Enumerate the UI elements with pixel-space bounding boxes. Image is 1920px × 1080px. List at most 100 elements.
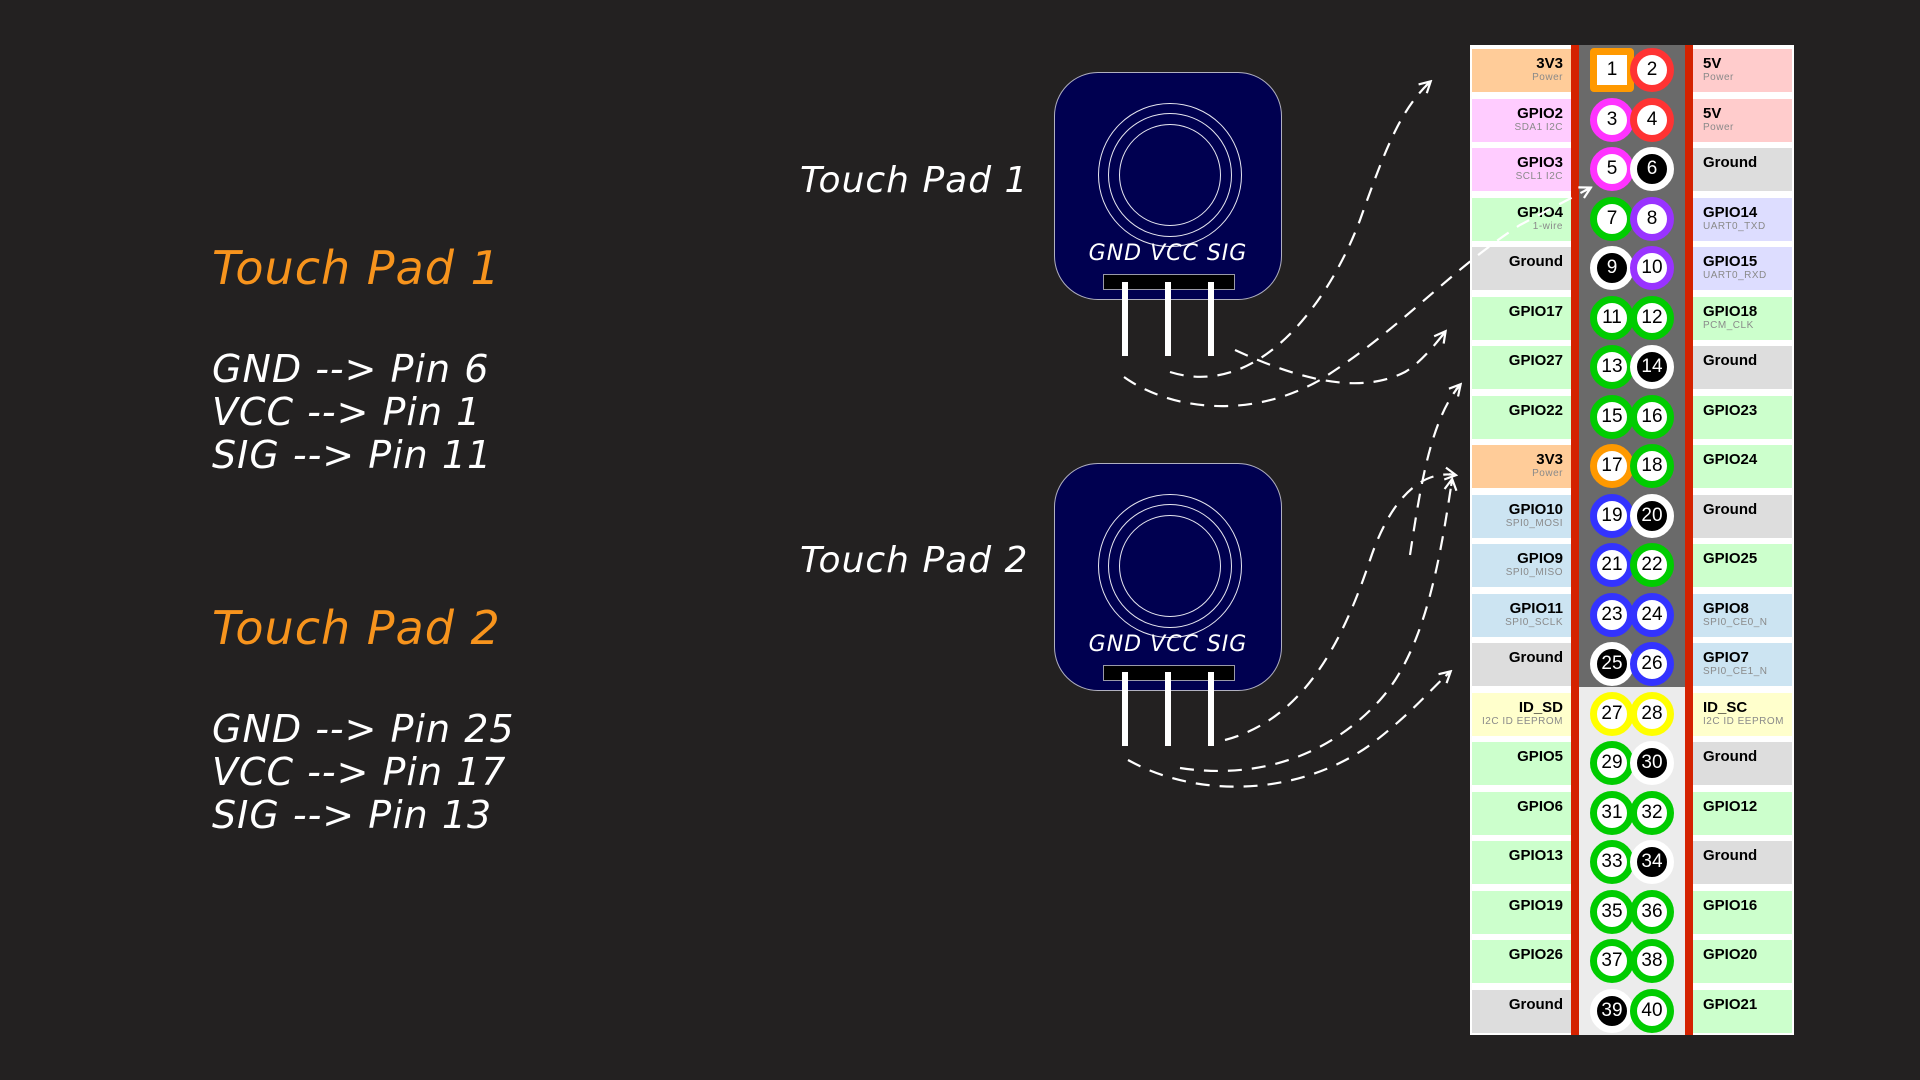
pad1-sig-arrow (1234, 332, 1445, 385)
gpio-pin-15: 15 (1590, 394, 1634, 439)
gpio-pin-4: 4 (1630, 97, 1674, 142)
gpio-pin-20: 20 (1630, 493, 1674, 538)
gpio-pin-23: 23 (1590, 592, 1634, 637)
pin-name: GPIO11 (1509, 599, 1563, 617)
pin-label-32: GPIO12 (1693, 791, 1792, 835)
pin-name: GPIO22 (1508, 401, 1563, 419)
pin-name: GPIO3 (1517, 154, 1563, 171)
pin-name: ID_SD (1518, 698, 1563, 716)
gpio-pin-40: 40 (1630, 988, 1674, 1033)
raspberry-pi-gpio-pinout: 3V3 Power 1 5V Power 2 GPIO2 SDA1 I2C 3 5V Power 4 G… (1470, 45, 1794, 1035)
gpio-pin-24: 24 (1630, 592, 1674, 637)
pin-function: I2C ID EEPROM (1703, 715, 1784, 727)
pin-function: SPI0_CE0_N (1703, 616, 1768, 628)
vcc-connection-line: VCC --> Pin 1 (212, 390, 482, 434)
gpio-pin-30: 30 (1630, 741, 1674, 785)
gpio-pin-19: 19 (1590, 493, 1634, 538)
gpio-pin-3: 3 (1590, 97, 1634, 142)
pin-function: I2C ID EEPROM (1482, 715, 1563, 727)
pin-name: GPIO7 (1703, 649, 1749, 666)
pin-label-1: 3V3 Power (1472, 49, 1571, 92)
pin-function: SPI0_MOSI (1505, 517, 1563, 529)
pin-label-29: GPIO5 (1472, 742, 1571, 785)
pin-name: GPIO26 (1508, 946, 1563, 963)
pin-label-25: Ground (1472, 643, 1571, 686)
pin-label-22: GPIO25 (1693, 544, 1792, 587)
pin-name: ID_SC (1703, 698, 1748, 716)
pin-name: Ground (1703, 847, 1758, 864)
pin-name: GPIO21 (1703, 995, 1758, 1013)
gpio-pin-14: 14 (1630, 345, 1674, 389)
touch-pad-1-notes: Touch Pad 1 GND --> Pin 6 VCC --> Pin 1 … (212, 240, 501, 477)
pad2-sig-arrow (1408, 385, 1460, 556)
sig-leg (1208, 282, 1214, 356)
pin-function: PCM_CLK (1703, 319, 1754, 331)
gpio-pin-6: 6 (1630, 147, 1674, 191)
gpio-pin-10: 10 (1630, 246, 1674, 290)
gpio-pin-25: 25 (1590, 642, 1634, 686)
pin-name: GPIO25 (1703, 550, 1758, 567)
vcc-leg (1165, 672, 1171, 746)
pin-function: UART0_RXD (1703, 270, 1767, 281)
pin-label-18: GPIO24 (1693, 445, 1792, 488)
vcc-connection-line: VCC --> Pin 17 (212, 750, 507, 794)
pin-name: GPIO13 (1508, 847, 1563, 864)
pin-label-35: GPIO19 (1472, 890, 1571, 934)
pin-label-15: GPIO22 (1472, 395, 1571, 439)
pin-label-14: Ground (1693, 346, 1792, 389)
touch-pad-2-module: GND VCC SIG (1054, 463, 1282, 691)
pin-label-2: 5V Power (1693, 49, 1792, 92)
pin-label-26: GPIO7 SPI0_CE1_N (1693, 643, 1792, 686)
gpio-pin-17: 17 (1590, 444, 1634, 488)
gpio-pin-38: 38 (1630, 939, 1674, 983)
pin-label-24: GPIO8 SPI0_CE0_N (1693, 593, 1792, 637)
pin-function: SPI0_MISO (1505, 567, 1563, 578)
pin-label-31: GPIO6 (1472, 791, 1571, 835)
pin-label-17: 3V3 Power (1472, 445, 1571, 488)
pin-function: Power (1703, 121, 1734, 133)
vcc-leg (1165, 282, 1171, 356)
pin-label-8: GPIO14 UART0_TXD (1693, 197, 1792, 241)
pin-function: SPI0_SCLK (1505, 616, 1563, 628)
pin-label-6: Ground (1693, 148, 1792, 191)
pin-name: Ground (1703, 500, 1758, 518)
pin-name: GPIO12 (1703, 797, 1758, 815)
pin-label-11: GPIO17 (1472, 296, 1571, 340)
pin-name: Ground (1508, 253, 1563, 270)
pin-name: 3V3 (1536, 55, 1563, 72)
touch-sensor-ring-inner (1119, 515, 1221, 617)
sig-leg (1208, 672, 1214, 746)
sig-connection-line: SIG --> Pin 11 (212, 433, 493, 477)
pin-name: GPIO4 (1517, 203, 1563, 221)
touch-pad-2-notes: Touch Pad 2 GND --> Pin 25 VCC --> Pin 1… (212, 600, 515, 837)
pin-label-7: GPIO4 1-wire (1472, 197, 1571, 241)
gpio-pin-27: 27 (1590, 691, 1634, 736)
pin-label-36: GPIO16 (1693, 890, 1792, 934)
gpio-pin-36: 36 (1630, 889, 1674, 934)
pad-pin-labels: GND VCC SIG (1088, 632, 1248, 657)
touch-pad-2-title: Touch Pad 2 (212, 601, 501, 655)
gnd-connection-line: GND --> Pin 6 (212, 347, 490, 391)
gpio-pin-34: 34 (1630, 840, 1674, 884)
gpio-pin-35: 35 (1590, 889, 1634, 934)
gpio-pin-16: 16 (1630, 394, 1674, 439)
pin-label-30: Ground (1693, 742, 1792, 785)
pin-label-27: ID_SD I2C ID EEPROM (1472, 692, 1571, 736)
pin-name: Ground (1703, 748, 1758, 765)
gnd-leg (1122, 672, 1128, 746)
pin-function: Power (1532, 468, 1563, 479)
pin-name: GPIO20 (1703, 946, 1758, 963)
sig-connection-line: SIG --> Pin 13 (212, 793, 493, 837)
pin-label-23: GPIO11 SPI0_SCLK (1472, 593, 1571, 637)
gpio-pin-21: 21 (1590, 543, 1634, 587)
gpio-pin-7: 7 (1590, 196, 1634, 241)
pin-name: GPIO9 (1517, 550, 1563, 567)
pad-pin-labels: GND VCC SIG (1088, 241, 1248, 266)
pin-name: GPIO17 (1508, 302, 1563, 320)
gpio-pin-22: 22 (1630, 543, 1674, 587)
pin-name: GPIO16 (1703, 896, 1758, 914)
pin-label-4: 5V Power (1693, 98, 1792, 142)
pin-function: 1-wire (1532, 220, 1563, 232)
touch-pad-1-label: Touch Pad 1 (800, 160, 1029, 201)
pin-label-10: GPIO15 UART0_RXD (1693, 247, 1792, 290)
